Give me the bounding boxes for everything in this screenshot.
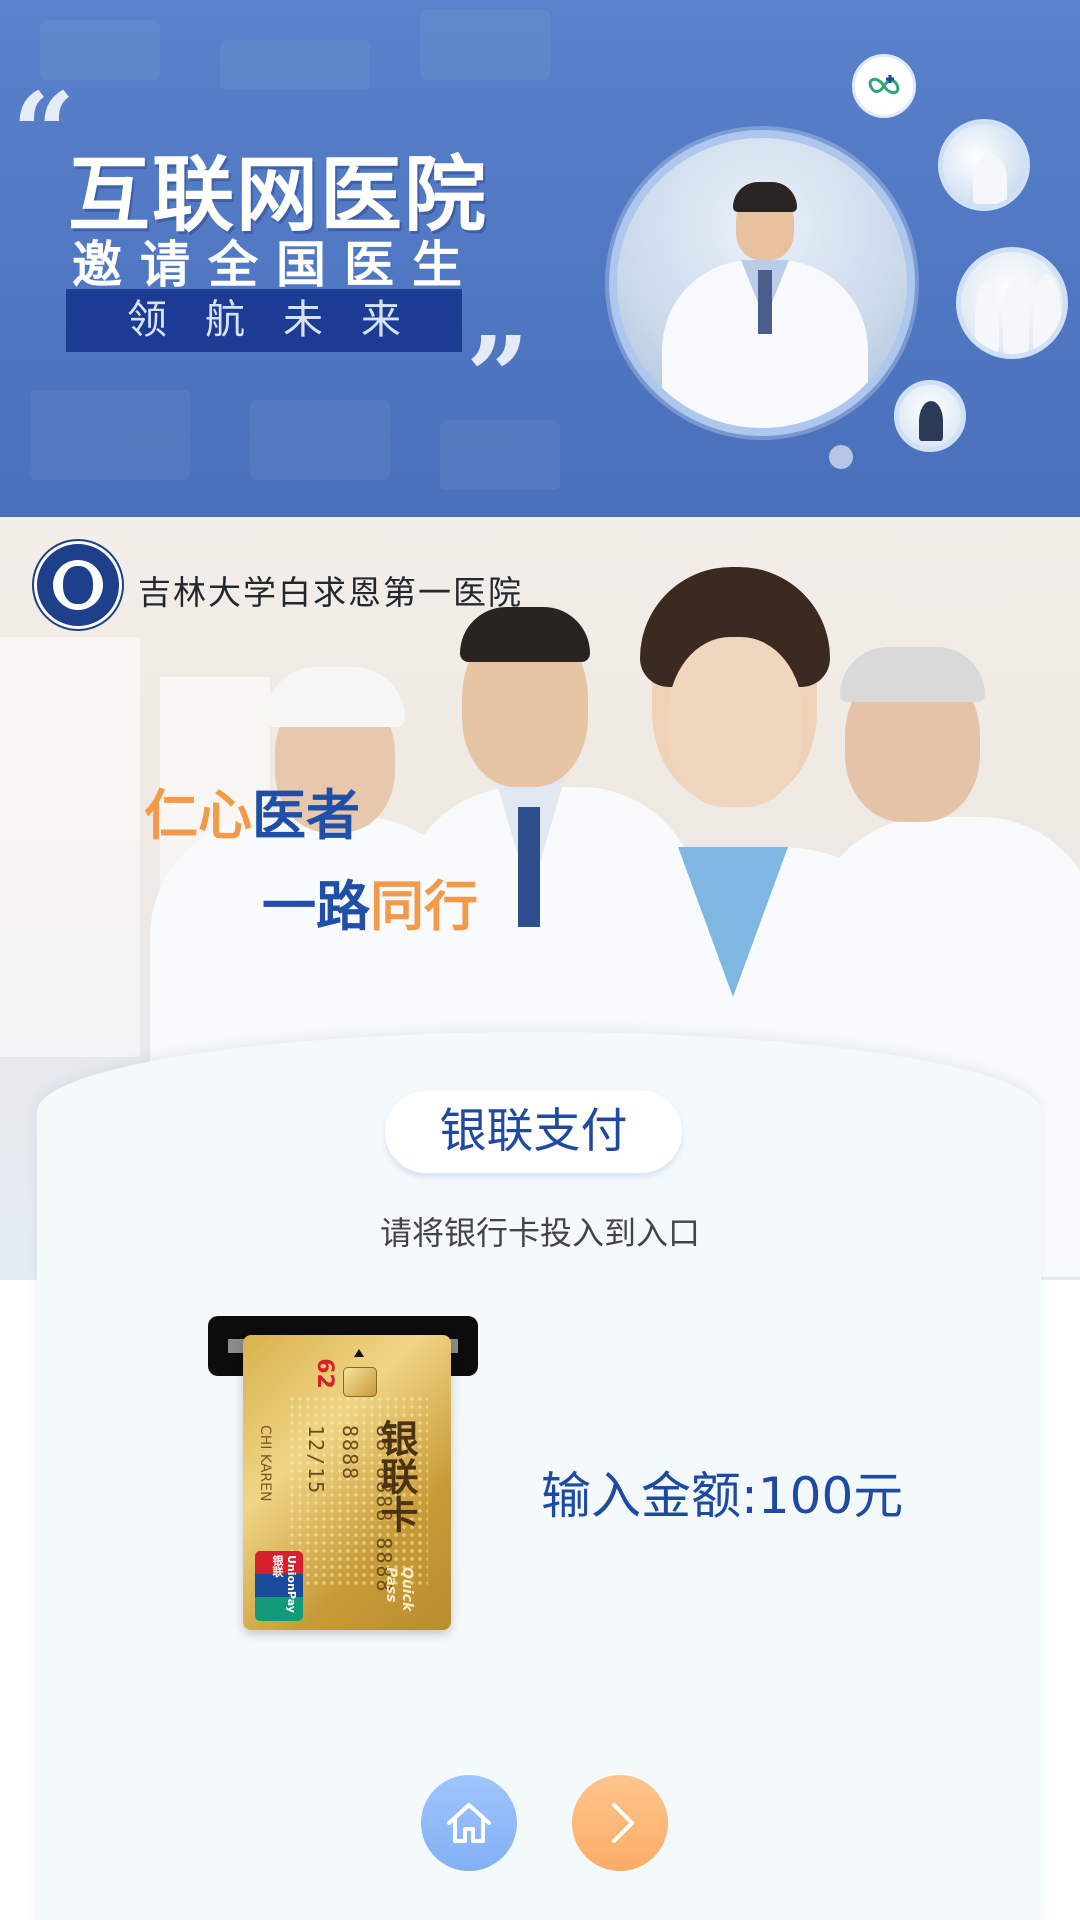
home-icon xyxy=(447,1803,491,1843)
hospital-name: 吉林大学白求恩第一医院 xyxy=(138,573,523,612)
chevron-right-icon xyxy=(612,1803,634,1843)
slogan-box: 领航未来 xyxy=(66,289,462,352)
doctor-hair xyxy=(733,182,797,212)
nurse-photo-circle xyxy=(938,119,1030,211)
open-quote-mark: “ xyxy=(12,68,76,197)
amount-display: 输入金额:100元 xyxy=(541,1467,904,1525)
banner-bg-tile xyxy=(220,40,370,90)
home-button[interactable] xyxy=(421,1775,517,1871)
card-label: 银联卡 xyxy=(374,1419,418,1533)
card-chip-icon xyxy=(343,1367,377,1397)
motto-line-1-blue: 医者 xyxy=(252,783,360,847)
team-figure xyxy=(1033,274,1061,354)
team-figure xyxy=(1003,278,1029,354)
card-direction-arrow-icon xyxy=(354,1349,364,1357)
decor-dot xyxy=(829,445,853,469)
team-photo-circle xyxy=(956,247,1068,359)
payment-title-pill: 银联支付 xyxy=(385,1091,682,1173)
team-figure xyxy=(975,282,999,352)
card-holder-name: CHI KAREN xyxy=(257,1425,273,1502)
doctor-portrait xyxy=(609,130,915,436)
motto-line-2-orange: 同行 xyxy=(370,874,478,938)
banner-bg-tile xyxy=(30,390,190,480)
nurse-figure xyxy=(973,154,1007,204)
senior-doctor-hair xyxy=(840,647,985,702)
payment-title: 银联支付 xyxy=(439,1104,628,1159)
card-expiry: 12/15 xyxy=(304,1425,328,1496)
male-doctor-tie xyxy=(518,807,540,927)
close-quote-mark: ” xyxy=(466,312,530,441)
hospital-seal-inner xyxy=(53,560,103,610)
doctor-tie xyxy=(758,270,772,334)
insert-card-instruction: 请将银行卡投入到入口 xyxy=(379,1214,700,1252)
doctor-avatar-figure xyxy=(919,401,943,441)
banner-subtitle: 邀请全国医生 xyxy=(72,236,480,294)
quickpass-logo: Quick Pass xyxy=(383,1567,415,1612)
female-doctor-face xyxy=(668,637,803,807)
unionpay-logo-text: UnionPay 银联 xyxy=(271,1555,298,1613)
card-prefix: 62 xyxy=(311,1358,337,1389)
banner-slogan: 领航未来 xyxy=(127,297,439,343)
doctor-avatar-circle xyxy=(894,380,966,452)
male-doctor-hair xyxy=(460,607,590,662)
motto-line-1-orange: 仁心 xyxy=(144,783,252,847)
banner-bg-tile xyxy=(420,10,550,80)
motto-line-2-blue: 一路 xyxy=(262,874,370,938)
next-button[interactable] xyxy=(572,1775,668,1871)
motto-line-1: 仁心医者 xyxy=(144,771,360,850)
banner-bg-tile xyxy=(250,400,390,480)
bg-window xyxy=(0,637,140,1057)
unionpay-logo-icon: UnionPay 银联 xyxy=(255,1551,303,1621)
motto-line-2: 一路同行 xyxy=(262,862,478,941)
nurse-cap xyxy=(265,667,405,727)
clover-cross-icon-glyph xyxy=(868,75,900,95)
clover-cross-icon xyxy=(852,54,916,118)
hospital-seal-portrait xyxy=(63,566,93,604)
hospital-seal-icon xyxy=(34,541,122,629)
recruitment-banner: “ 互联网医院 邀请全国医生 领航未来 ” xyxy=(0,0,1080,517)
bank-card-illustration: 62 CHI KAREN 88 8888 8888 8888 12/15 银联卡… xyxy=(243,1335,451,1630)
